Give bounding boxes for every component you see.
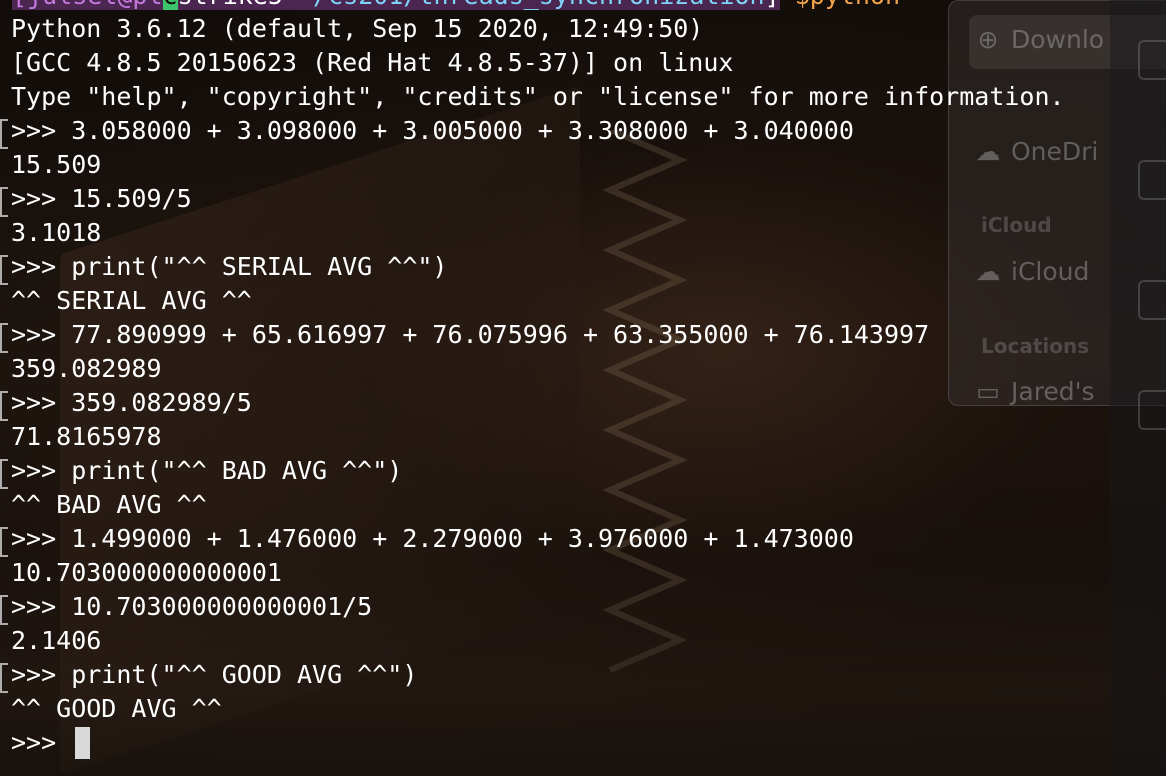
input-line-marker	[0, 255, 8, 285]
output-line: 359.082989	[11, 354, 162, 383]
input-line: >>> print("^^ SERIAL AVG ^^")	[11, 252, 448, 281]
output-line: ^^ SERIAL AVG ^^	[11, 286, 252, 315]
input-line: >>> 3.058000 + 3.098000 + 3.005000 + 3.3…	[11, 116, 854, 145]
desktop-background: ⊕ Downlo ☁ OneDri iCloud ☁ iCloud Locations…	[0, 0, 1166, 776]
input-line-marker	[0, 459, 8, 489]
input-line-marker	[0, 663, 8, 693]
text-cursor	[75, 727, 90, 759]
input-line-marker	[0, 119, 8, 149]
input-line: >>> 15.509/5	[11, 184, 192, 213]
output-line: Type "help", "copyright", "credits" or "…	[11, 82, 1065, 111]
input-line-marker	[0, 595, 8, 625]
input-line: >>> 10.703000000000001/5	[11, 592, 373, 621]
input-line: >>> 77.890999 + 65.616997 + 76.075996 + …	[11, 320, 930, 349]
prompt-bracket: ]	[764, 0, 780, 10]
prompt-host: strike5	[177, 0, 283, 10]
input-line: >>> 1.499000 + 1.476000 + 2.279000 + 3.9…	[11, 524, 854, 553]
input-line-marker	[0, 323, 8, 353]
input-line-marker	[0, 391, 8, 421]
input-line-marker	[0, 187, 8, 217]
output-line: 2.1406	[11, 626, 102, 655]
input-line: >>> print("^^ BAD AVG ^^")	[11, 456, 403, 485]
input-line: >>> 359.082989/5	[11, 388, 252, 417]
output-line: 3.1018	[11, 218, 102, 247]
output-line: 10.703000000000001	[11, 558, 282, 587]
output-line: Python 3.6.12 (default, Sep 15 2020, 12:…	[11, 14, 704, 43]
output-line: ^^ BAD AVG ^^	[11, 490, 207, 519]
prompt-user: [julsel@pl	[12, 0, 163, 10]
prompt-command: $python	[780, 0, 900, 10]
input-line-marker	[0, 527, 8, 557]
input-line: >>> print("^^ GOOD AVG ^^")	[11, 660, 418, 689]
terminal-window[interactable]: [julsel@plcstrike5 ~/cs201/threads_synch…	[0, 0, 1166, 776]
prompt-path: ~/cs201/threads_synchronization	[282, 0, 765, 10]
prompt-highlight-char: c	[162, 0, 178, 10]
current-prompt-line: >>>	[11, 728, 72, 757]
output-line: 71.8165978	[11, 422, 162, 451]
output-line: [GCC 4.8.5 20150623 (Red Hat 4.8.5-37)] …	[11, 48, 734, 77]
output-line: ^^ GOOD AVG ^^	[11, 694, 222, 723]
output-line: 15.509	[11, 150, 102, 179]
